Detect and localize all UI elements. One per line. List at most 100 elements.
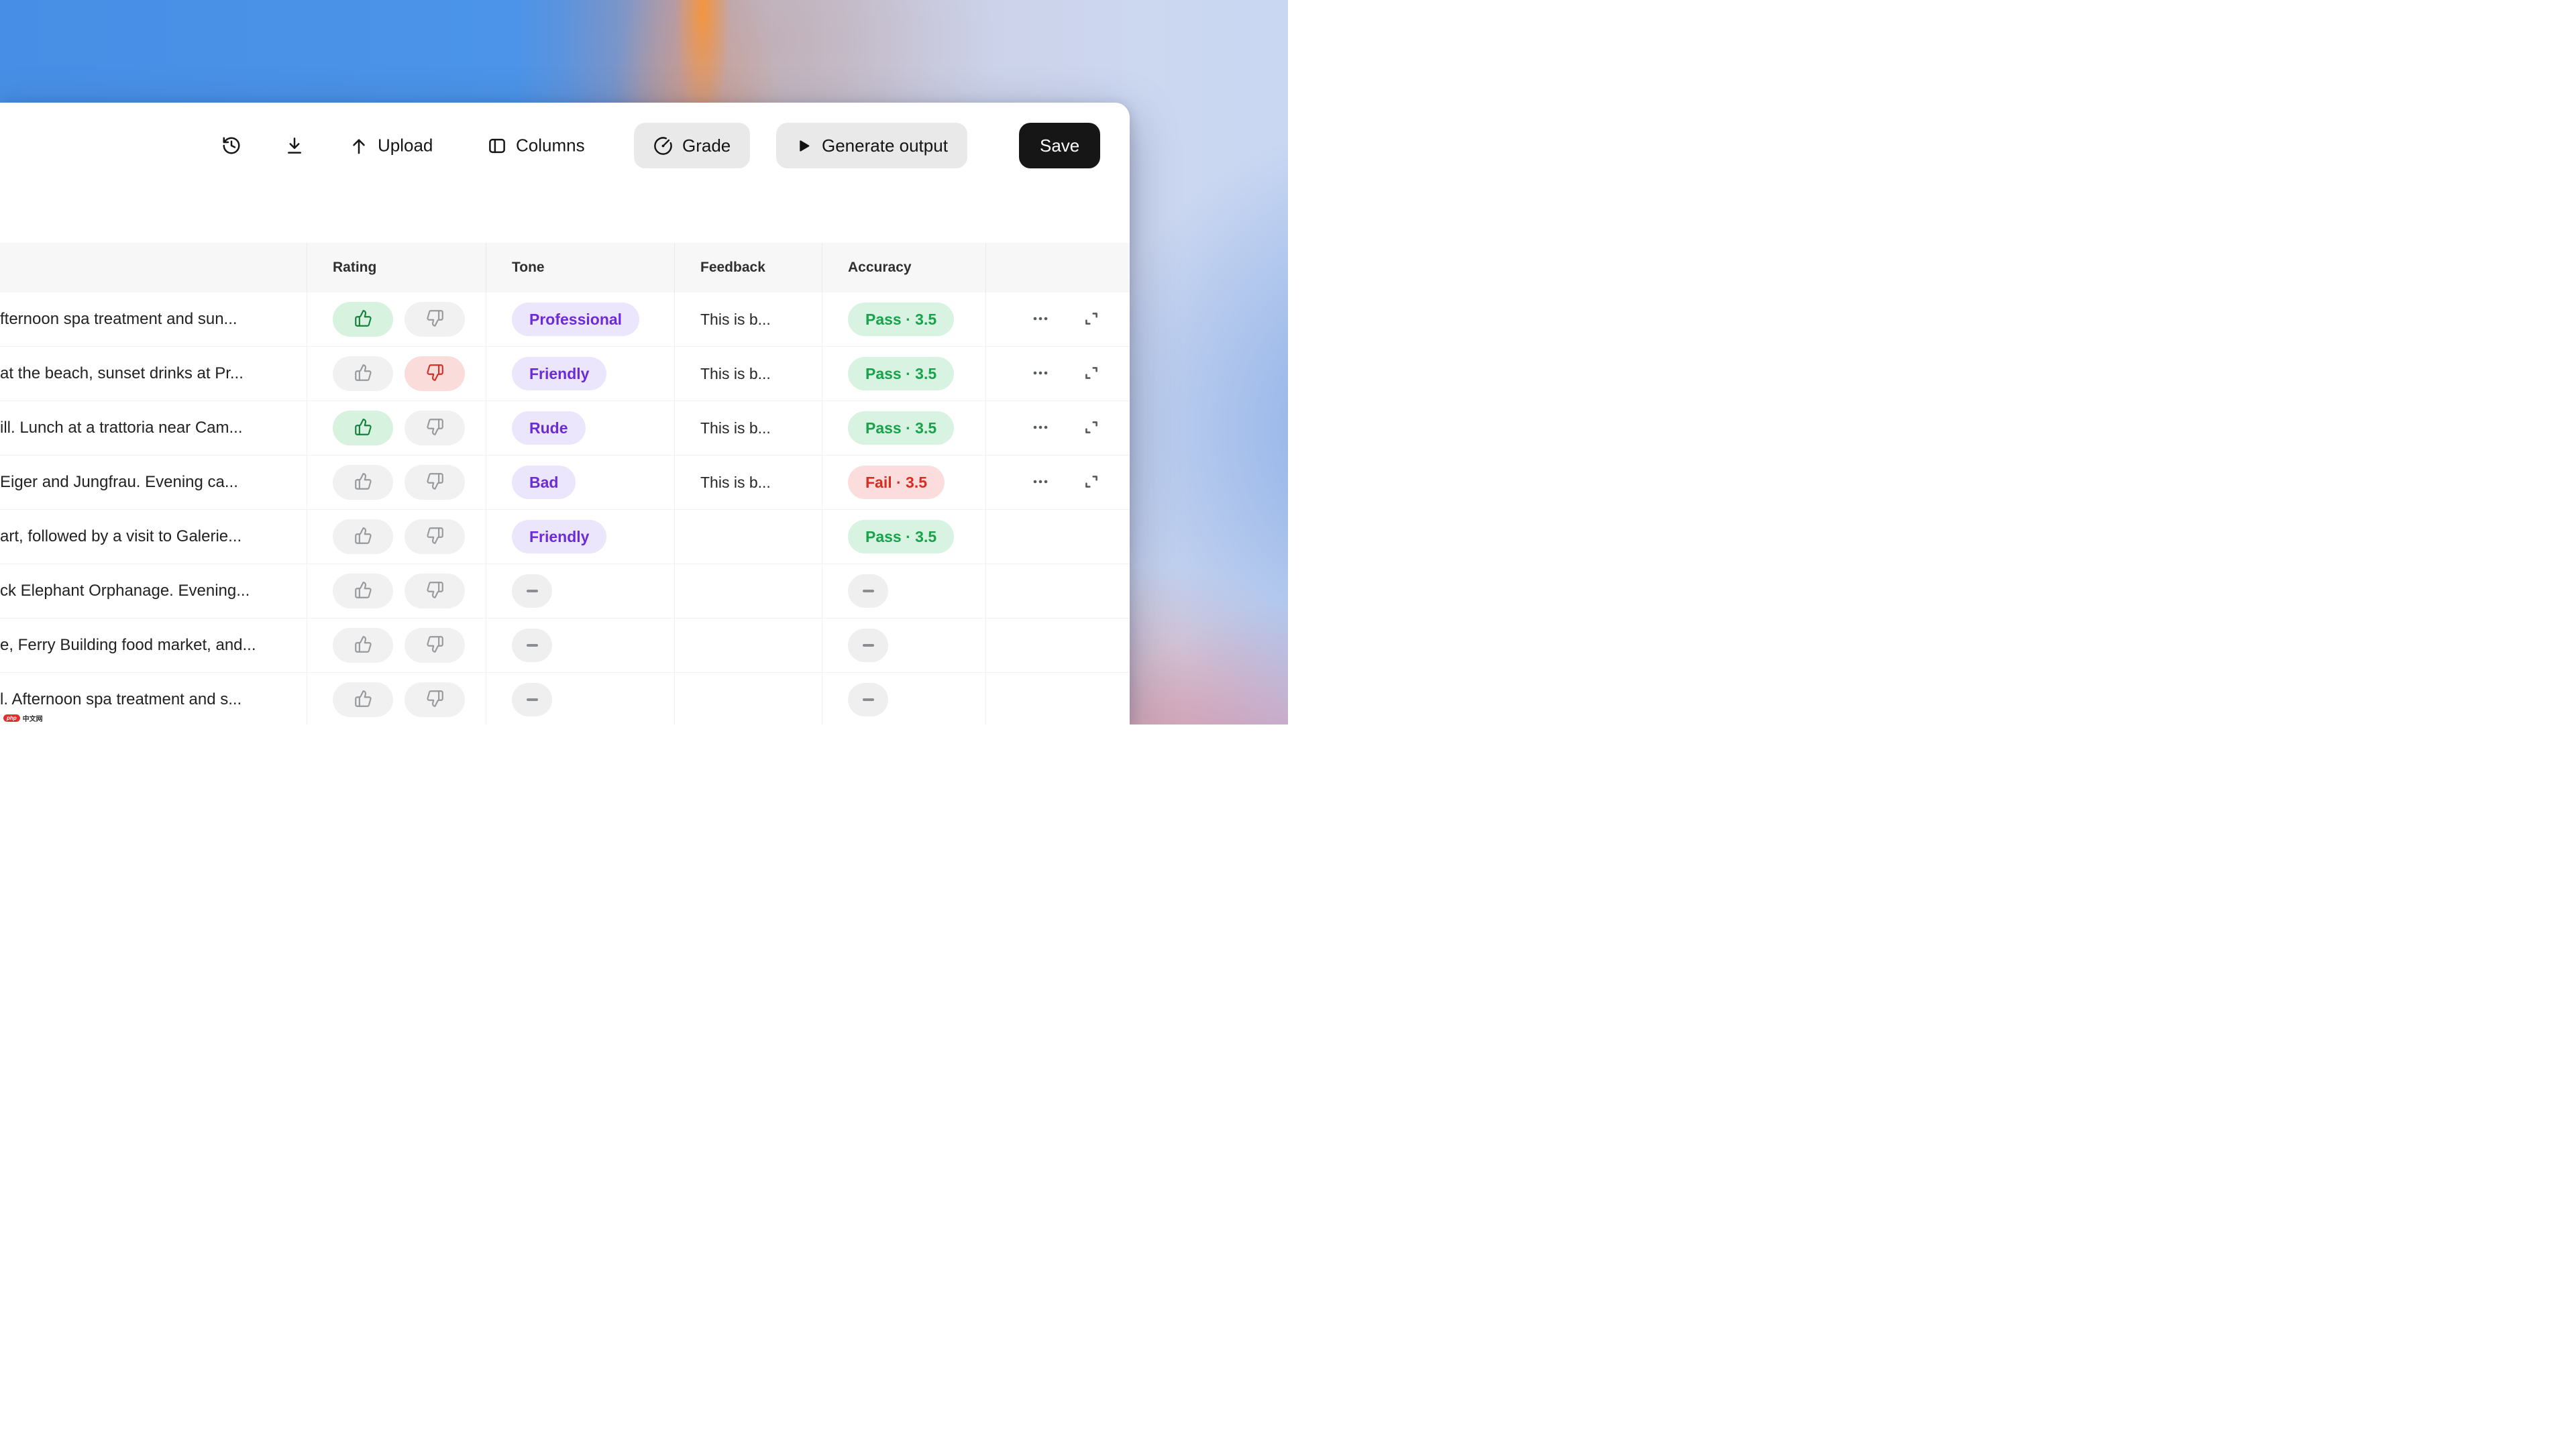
accuracy-empty-pill[interactable] (848, 574, 888, 608)
thumb-down-button[interactable] (405, 628, 465, 663)
thumb-up-button[interactable] (333, 574, 393, 608)
columns-button[interactable]: Columns (487, 136, 585, 156)
expand-row-button[interactable] (1083, 364, 1100, 384)
more-icon (1029, 419, 1052, 437)
thumb-down-button[interactable] (405, 519, 465, 554)
row-text-cell[interactable]: ill. Lunch at a trattoria near Cam... (0, 401, 307, 455)
thumb-up-button[interactable] (333, 302, 393, 337)
accuracy-empty-pill[interactable] (848, 683, 888, 716)
expand-row-button[interactable] (1083, 310, 1100, 329)
accuracy-cell: Pass · 3.5 (822, 510, 986, 564)
thumb-up-button[interactable] (333, 411, 393, 445)
toolbar: Upload Columns Grade (0, 103, 1130, 243)
tone-empty-pill[interactable] (512, 629, 552, 662)
upload-label: Upload (378, 136, 433, 156)
generate-output-label: Generate output (822, 136, 948, 156)
more-options-button[interactable] (1029, 474, 1052, 492)
generate-output-button[interactable]: Generate output (776, 123, 967, 168)
accuracy-badge[interactable]: Fail · 3.5 (848, 466, 945, 499)
feedback-cell[interactable]: This is b... (675, 292, 822, 346)
save-label: Save (1040, 136, 1079, 156)
columns-label: Columns (516, 136, 585, 156)
gauge-icon (653, 136, 673, 156)
row-text: l. Afternoon spa treatment and s... (0, 690, 241, 709)
row-text-cell[interactable]: ck Elephant Orphanage. Evening... (0, 564, 307, 618)
column-header-rating: Rating (307, 243, 486, 292)
tone-badge[interactable]: Rude (512, 411, 586, 445)
row-text: Eiger and Jungfrau. Evening ca... (0, 473, 238, 492)
thumb-down-button[interactable] (405, 682, 465, 717)
accuracy-empty-pill[interactable] (848, 629, 888, 662)
upload-icon (349, 136, 369, 156)
tone-cell (486, 673, 675, 724)
more-icon (1029, 365, 1052, 383)
thumb-up-button[interactable] (333, 628, 393, 663)
accuracy-badge[interactable]: Pass · 3.5 (848, 520, 954, 553)
tone-badge[interactable]: Professional (512, 303, 639, 336)
rating-cell (307, 347, 486, 400)
php-logo: php (3, 714, 20, 722)
tone-badge[interactable]: Bad (512, 466, 576, 499)
expand-icon (1083, 310, 1100, 329)
history-icon (221, 136, 241, 156)
tone-badge[interactable]: Friendly (512, 520, 606, 553)
grade-button[interactable]: Grade (634, 123, 750, 168)
thumb-down-button[interactable] (405, 302, 465, 337)
row-text-cell[interactable]: art, followed by a visit to Galerie... (0, 510, 307, 564)
table-row: at the beach, sunset drinks at Pr... (0, 347, 1130, 401)
row-text-cell[interactable]: Eiger and Jungfrau. Evening ca... (0, 455, 307, 509)
feedback-cell[interactable]: This is b... (675, 347, 822, 400)
tone-badge[interactable]: Friendly (512, 357, 606, 390)
accuracy-cell (822, 619, 986, 672)
thumb-down-icon (426, 527, 444, 547)
upload-button[interactable]: Upload (349, 136, 433, 156)
tone-cell (486, 619, 675, 672)
accuracy-badge[interactable]: Pass · 3.5 (848, 357, 954, 390)
rating-cell (307, 292, 486, 346)
history-button[interactable] (221, 136, 241, 156)
accuracy-badge[interactable]: Pass · 3.5 (848, 303, 954, 336)
thumb-up-icon (354, 527, 372, 547)
thumb-up-icon (354, 472, 372, 492)
row-text-cell[interactable]: at the beach, sunset drinks at Pr... (0, 347, 307, 400)
tone-cell: Professional (486, 292, 675, 346)
tone-empty-pill[interactable] (512, 683, 552, 716)
feedback-cell[interactable] (675, 673, 822, 724)
download-button[interactable] (284, 136, 305, 156)
expand-row-button[interactable] (1083, 419, 1100, 438)
row-text-cell[interactable]: fternoon spa treatment and sun... (0, 292, 307, 346)
row-text: ck Elephant Orphanage. Evening... (0, 582, 250, 600)
row-text-cell[interactable]: l. Afternoon spa treatment and s... (0, 673, 307, 724)
feedback-cell[interactable]: This is b... (675, 401, 822, 455)
feedback-cell[interactable] (675, 564, 822, 618)
feedback-cell[interactable] (675, 619, 822, 672)
table-row: art, followed by a visit to Galerie... (0, 510, 1130, 564)
tone-empty-pill[interactable] (512, 574, 552, 608)
row-text-cell[interactable]: e, Ferry Building food market, and... (0, 619, 307, 672)
thumb-down-button[interactable] (405, 574, 465, 608)
save-button[interactable]: Save (1019, 123, 1100, 168)
thumb-up-button[interactable] (333, 356, 393, 391)
thumb-up-button[interactable] (333, 465, 393, 500)
more-options-button[interactable] (1029, 419, 1052, 437)
rating-cell (307, 401, 486, 455)
thumb-down-button[interactable] (405, 356, 465, 391)
more-options-button[interactable] (1029, 365, 1052, 383)
watermark-text: 中文网 (23, 713, 43, 723)
thumb-up-button[interactable] (333, 519, 393, 554)
expand-row-button[interactable] (1083, 473, 1100, 492)
thumb-down-button[interactable] (405, 411, 465, 445)
thumb-down-button[interactable] (405, 465, 465, 500)
feedback-cell[interactable] (675, 510, 822, 564)
play-icon (796, 138, 812, 154)
thumb-up-icon (354, 364, 372, 384)
download-icon (284, 136, 305, 156)
row-text: ill. Lunch at a trattoria near Cam... (0, 419, 243, 437)
more-options-button[interactable] (1029, 311, 1052, 329)
thumb-up-button[interactable] (333, 682, 393, 717)
table-row: ck Elephant Orphanage. Evening... (0, 564, 1130, 619)
feedback-cell[interactable]: This is b... (675, 455, 822, 509)
expand-icon (1083, 364, 1100, 384)
accuracy-badge[interactable]: Pass · 3.5 (848, 411, 954, 445)
tone-cell: Friendly (486, 347, 675, 400)
